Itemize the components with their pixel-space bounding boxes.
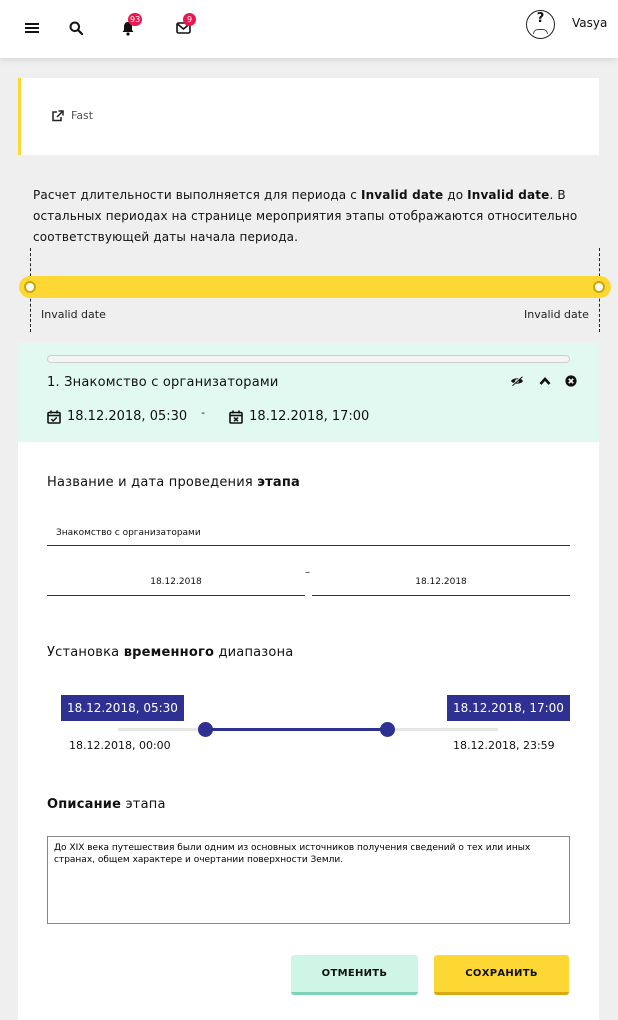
period-timeline: Invalid date Invalid date [18,248,614,336]
chevron-up-icon [539,377,551,385]
fast-label: Fast [71,109,94,122]
section-title-bold: этапа [257,475,301,490]
timeline-start-label: Invalid date [41,308,106,321]
section-title-text: этапа [121,797,166,812]
range-max-label: 18.12.2018, 23:59 [453,739,555,752]
timeline-end-label: Invalid date [524,308,589,321]
timeline-bar [19,276,611,298]
info-text-part: Расчет длительности выполняется для пери… [33,188,361,202]
external-link-icon [52,109,64,121]
date-to-input[interactable] [312,569,570,596]
range-start-tooltip: 18.12.2018, 05:30 [61,695,184,721]
timeline-start-dot [24,281,36,293]
section-title-text: Установка [47,645,124,660]
stage-name-input[interactable] [47,520,570,546]
stage-title: 1. Знакомство с организаторами [47,375,279,390]
menu-icon[interactable] [23,19,41,37]
fast-link[interactable]: Fast [51,109,93,122]
messages-badge: 9 [183,13,196,26]
section-title-bold: временного [123,645,215,660]
section-title-text: Название и дата проведения [47,475,258,490]
stage-start-date: 18.12.2018, 05:30 [67,409,188,424]
stage-progress-bar [47,355,570,363]
close-circle-icon [565,375,577,387]
section-title-text: диапазона [214,645,294,660]
range-start-handle[interactable] [197,722,213,737]
info-text-part: до [443,188,468,202]
top-bar: 93 9 ? Vasya [0,0,618,58]
cancel-button[interactable]: ОТМЕНИТЬ [291,955,418,995]
name-section-title: Название и дата проведения этапа [47,475,300,490]
eye-slash-icon [511,376,523,386]
save-button[interactable]: СОХРАНИТЬ [434,955,569,995]
info-date-from: Invalid date [360,188,444,202]
range-end-tooltip: 18.12.2018, 17:00 [447,695,570,721]
range-slider-fill [205,728,388,731]
section-title-bold: Описание [47,797,122,812]
info-date-to: Invalid date [467,188,550,202]
messages-button[interactable]: 9 [174,13,196,37]
calendar-x-icon [229,410,243,424]
fast-card: Fast [18,78,599,155]
timeline-end-dot [593,281,605,293]
date-separator: - [201,406,206,419]
stage-dates: 18.12.2018, 05:30 - 18.12.2018, 17:00 [47,406,370,424]
period-info-text: Расчет длительности выполняется для пери… [33,185,585,248]
calendar-check-icon [47,410,61,424]
range-section-title: Установка временного диапазона [47,645,293,660]
hide-stage-button[interactable] [510,374,524,388]
stage-form: Название и дата проведения этапа – Устан… [18,442,599,1020]
date-from-input[interactable] [47,569,305,596]
collapse-stage-button[interactable] [538,374,552,388]
remove-stage-button[interactable] [564,374,578,388]
range-end-handle[interactable] [379,722,395,737]
date-range-separator: – [305,567,310,578]
username[interactable]: Vasya [572,16,607,30]
description-section-title: Описание этапа [47,797,166,812]
notifications-badge: 93 [128,13,143,26]
stage-header: 1. Знакомство с организаторами 18.12.201… [18,343,599,442]
range-min-label: 18.12.2018, 00:00 [69,739,171,752]
stage-end-date: 18.12.2018, 17:00 [249,409,370,424]
search-icon[interactable] [67,19,85,37]
notifications-button[interactable]: 93 [119,13,143,37]
description-textarea[interactable]: До XIX века путешествия были одним из ос… [47,836,570,924]
avatar[interactable]: ? [526,10,555,39]
